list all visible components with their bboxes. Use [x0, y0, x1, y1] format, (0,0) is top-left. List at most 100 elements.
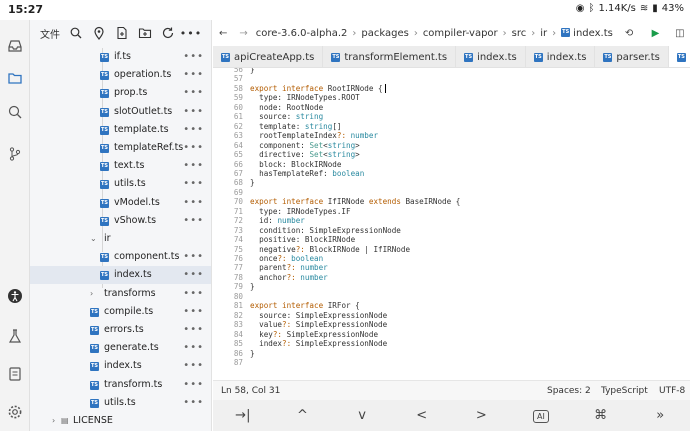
code-line: negative?: BlockIRNode | IfIRNode	[250, 245, 410, 254]
tree-item[interactable]: TS prop.ts •••	[30, 84, 211, 102]
more-icon[interactable]: •••	[183, 157, 204, 175]
file-encoding[interactable]: UTF-8	[659, 386, 685, 396]
more-icon[interactable]: •••	[183, 321, 204, 339]
cursor-position[interactable]: Ln 58, Col 31	[221, 386, 280, 396]
tree-item[interactable]: TS template.ts •••	[30, 121, 211, 139]
accessibility-icon[interactable]	[7, 288, 23, 304]
chevron-right-icon[interactable]: ›	[90, 285, 93, 303]
indentation-setting[interactable]: Spaces: 2	[547, 386, 591, 396]
tree-item[interactable]: TS templateRef.ts •••	[30, 139, 211, 157]
more-icon[interactable]: •••	[183, 285, 204, 303]
more-icon[interactable]: •••	[183, 48, 204, 66]
more-icon[interactable]: •••	[183, 303, 204, 321]
breadcrumb-item[interactable]: compiler-vapor	[423, 28, 498, 39]
search-icon[interactable]	[7, 104, 23, 120]
tree-item[interactable]: TS vShow.ts •••	[30, 212, 211, 230]
split-editor-icon[interactable]: ◫	[670, 28, 690, 39]
folder-icon[interactable]	[7, 70, 23, 86]
notes-icon[interactable]	[7, 366, 23, 382]
editor-tab[interactable]: TS parser.ts	[595, 46, 669, 67]
more-icon[interactable]: •••	[183, 84, 204, 102]
language-mode[interactable]: TypeScript	[601, 386, 648, 396]
new-file-icon[interactable]	[115, 26, 129, 40]
new-folder-icon[interactable]	[138, 26, 152, 40]
inbox-icon[interactable]	[7, 38, 23, 54]
tree-item-label: slotOutlet.ts	[114, 105, 173, 117]
tree-item[interactable]: TS index.ts •••	[30, 266, 211, 285]
run-icon[interactable]: ▶	[645, 28, 665, 39]
tree-item[interactable]: TS text.ts •••	[30, 157, 211, 175]
more-icon[interactable]: •••	[183, 376, 204, 394]
more-icon[interactable]: •••	[183, 66, 204, 84]
location-pin-icon[interactable]	[92, 26, 106, 40]
code-line: hasTemplateRef: boolean	[250, 169, 364, 178]
more-icon[interactable]: •••	[180, 26, 201, 40]
arrow-left-key[interactable]: <	[392, 408, 452, 423]
tree-item[interactable]: › transforms •••	[30, 285, 211, 303]
code-editor[interactable]: 56} 57 58 export interface RootIRNode {59 t…	[213, 68, 690, 380]
more-icon[interactable]: •••	[183, 248, 204, 266]
breadcrumb-current-file[interactable]: TS index.ts	[561, 28, 613, 39]
more-icon[interactable]: •••	[183, 175, 204, 193]
tree-item[interactable]: TS component.ts •••	[30, 248, 211, 266]
settings-gear-icon[interactable]	[7, 404, 23, 420]
flask-icon[interactable]	[7, 328, 23, 344]
tree-item-label: template.ts	[114, 123, 169, 135]
code-line: parent?: number	[250, 263, 328, 272]
arrow-right-key[interactable]: >	[452, 408, 512, 423]
ai-key[interactable]: AI	[511, 408, 571, 423]
editor-tab[interactable]: TS index.ts	[456, 46, 526, 67]
forward-arrow-icon[interactable]: →	[233, 28, 253, 39]
back-arrow-icon[interactable]: ←	[213, 28, 233, 39]
more-icon[interactable]: •••	[183, 357, 204, 375]
tree-item[interactable]: TS slotOutlet.ts •••	[30, 103, 211, 121]
tree-item[interactable]: TS utils.ts •••	[30, 175, 211, 193]
more-icon[interactable]: •••	[183, 212, 204, 230]
tree-item[interactable]: TS errors.ts •••	[30, 321, 211, 339]
tree-item[interactable]: ⌄ ir	[30, 230, 211, 248]
arrow-up-key[interactable]: ^	[273, 408, 333, 423]
more-icon[interactable]: •••	[183, 121, 204, 139]
more-icon[interactable]: •••	[183, 394, 204, 412]
more-icon[interactable]: •••	[183, 339, 204, 357]
code-token: boolean	[332, 168, 365, 178]
code-line: }	[250, 282, 255, 291]
history-icon[interactable]: ⟲	[619, 28, 639, 39]
more-keys-key[interactable]: »	[630, 408, 690, 423]
line-number: 58	[233, 83, 243, 93]
code-token: >	[355, 150, 360, 160]
editor-tab[interactable]: TS index.ts	[525, 46, 596, 67]
search-icon[interactable]	[69, 26, 83, 40]
tree-item-label: compile.ts	[104, 305, 154, 317]
tree-item[interactable]: › ▤ LICENSE	[30, 412, 211, 430]
tree-item[interactable]: TS if.ts •••	[30, 48, 211, 66]
chevron-down-icon[interactable]: ⌄	[90, 230, 97, 248]
breadcrumb-item[interactable]: ir	[540, 28, 547, 39]
refresh-icon[interactable]	[161, 26, 175, 40]
breadcrumb-item[interactable]: packages	[361, 28, 408, 39]
tree-item[interactable]: TS compile.ts •••	[30, 303, 211, 321]
source-control-icon[interactable]	[7, 146, 23, 162]
tree-item[interactable]: TS index.ts •••	[30, 357, 211, 375]
tree-item[interactable]: TS utils.ts •••	[30, 394, 211, 412]
editor-tab[interactable]: TS transformElement.ts	[323, 46, 457, 67]
more-icon[interactable]: •••	[183, 139, 204, 157]
tree-item[interactable]: TS operation.ts •••	[30, 66, 211, 84]
code-line: type: IRNodeTypes.IF	[250, 207, 350, 216]
tree-item[interactable]: TS generate.ts •••	[30, 339, 211, 357]
code-token: ?:	[295, 244, 310, 254]
more-icon[interactable]: •••	[183, 103, 204, 121]
code-token: }	[250, 348, 255, 358]
code-line: key?: SimpleExpressionNode	[250, 330, 378, 339]
command-key[interactable]: ⌘	[571, 408, 631, 423]
editor-tab[interactable]: TS apiCreateApp.ts	[213, 46, 324, 67]
editor-tab[interactable]: TSindex.i	[668, 46, 690, 67]
breadcrumb-item[interactable]: src	[512, 28, 527, 39]
more-icon[interactable]: •••	[183, 194, 204, 212]
breadcrumb-item[interactable]: core-3.6.0-alpha.2	[256, 28, 348, 39]
more-icon[interactable]: •••	[183, 266, 204, 284]
tree-item[interactable]: TS vModel.ts •••	[30, 194, 211, 212]
arrow-down-key[interactable]: v	[332, 408, 392, 423]
tab-key[interactable]: →|	[213, 408, 273, 423]
tree-item[interactable]: TS transform.ts •••	[30, 376, 211, 394]
